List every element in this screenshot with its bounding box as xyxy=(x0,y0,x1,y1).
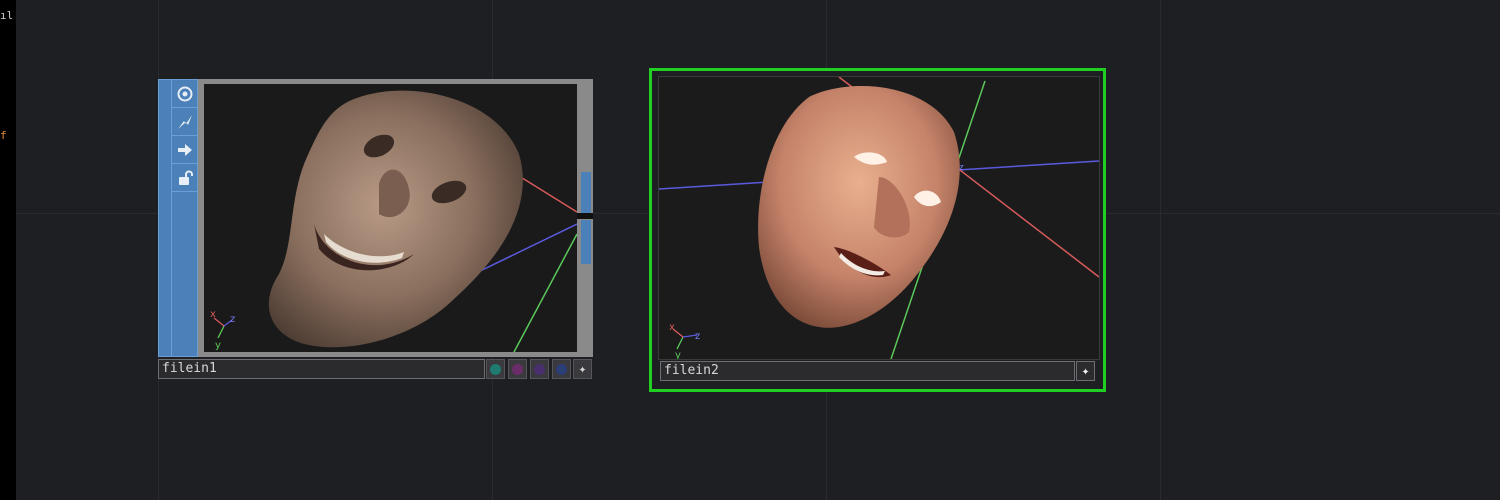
star-icon: ✦ xyxy=(578,361,587,377)
grid-line xyxy=(1160,0,1161,500)
node-name-field[interactable]: filein2 xyxy=(660,361,1075,381)
face-mesh xyxy=(758,86,960,328)
node-name-field[interactable]: filein1 xyxy=(158,359,485,379)
gizmo-y-label: y xyxy=(215,340,221,351)
node-filein2[interactable]: z x z y filein2 ✦ xyxy=(649,68,1106,392)
gizmo-z-label: z xyxy=(230,314,235,325)
output-connector-lower[interactable] xyxy=(581,220,591,264)
geometry-viewer[interactable]: z x z y xyxy=(658,76,1100,360)
viewer-active-icon[interactable] xyxy=(172,81,198,108)
gizmo-y xyxy=(217,325,225,339)
panel-glyph: ıl xyxy=(0,9,14,22)
gizmo-z-label: z xyxy=(695,331,700,342)
network-editor[interactable]: ıl f x z y filein1 ✦ z x z y filein2 ✦ xyxy=(0,0,1500,500)
gizmo-x-label: x xyxy=(210,309,216,320)
gizmo-x-label: x xyxy=(669,322,675,333)
cook-icon[interactable] xyxy=(172,109,198,136)
pin-star-button[interactable]: ✦ xyxy=(573,359,592,379)
pin-star-button[interactable]: ✦ xyxy=(1076,361,1095,381)
geometry-viewer[interactable]: x z y xyxy=(204,84,577,352)
export-icon[interactable] xyxy=(172,137,198,164)
face-mesh xyxy=(268,90,523,348)
left-panel-edge: ıl f xyxy=(0,0,16,500)
lock-icon[interactable] xyxy=(172,165,198,192)
y-axis-line xyxy=(513,233,577,352)
gizmo-y xyxy=(676,336,684,350)
x-axis-line xyxy=(518,175,577,213)
flag-blue-icon xyxy=(556,363,567,375)
flag-purple-icon xyxy=(534,363,545,375)
flag-teal-icon xyxy=(490,363,501,375)
node-toolbar xyxy=(158,79,198,357)
flag-magenta-button[interactable] xyxy=(508,359,527,379)
face-mesh-viewer: z x z y xyxy=(659,77,1099,359)
output-connector[interactable] xyxy=(581,172,591,214)
flag-blue-button[interactable] xyxy=(552,359,571,379)
connector-notch xyxy=(577,213,593,219)
flag-magenta-icon xyxy=(512,363,523,375)
panel-glyph-flag: f xyxy=(0,129,7,142)
star-icon: ✦ xyxy=(1081,363,1090,379)
gizmo-y-label: y xyxy=(675,350,681,359)
face-mesh-viewer: x z y xyxy=(210,90,577,352)
flag-teal-button[interactable] xyxy=(486,359,505,379)
node-filein1[interactable]: x z y filein1 ✦ xyxy=(158,79,593,382)
axis-z-end-label: z xyxy=(959,163,964,173)
flag-purple-button[interactable] xyxy=(530,359,549,379)
